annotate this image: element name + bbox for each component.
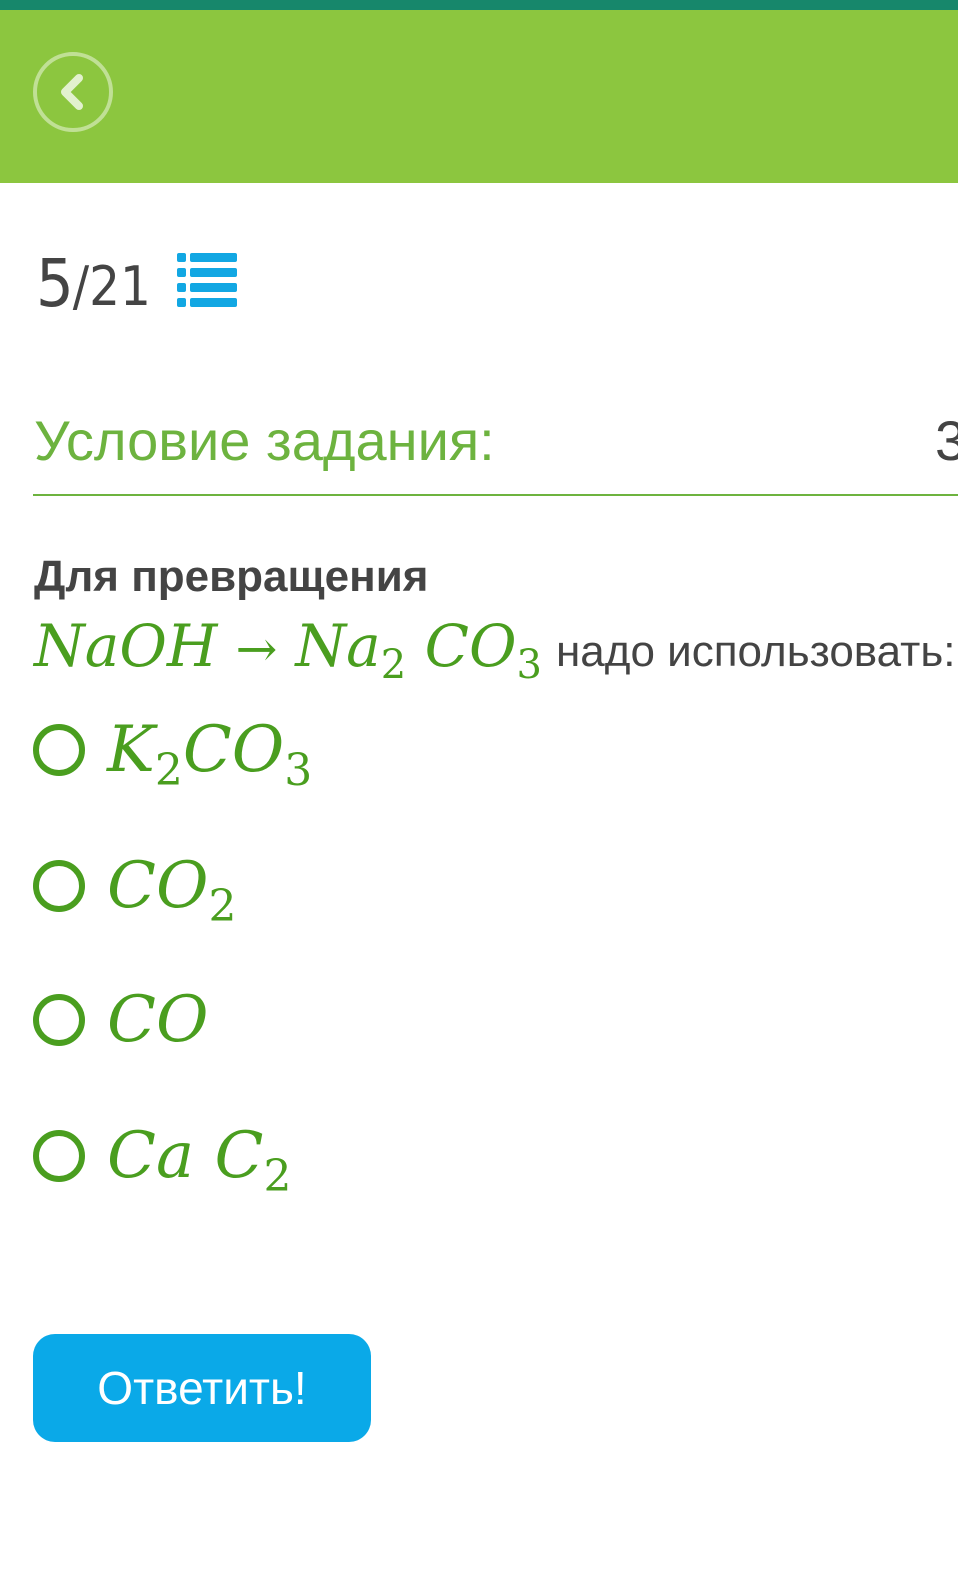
- question-counter: 5/21: [36, 245, 151, 322]
- radio-button[interactable]: [33, 860, 85, 912]
- condition-right-cut-text: 3: [935, 409, 958, 472]
- question-formula: NaOH → Na2 CO3: [34, 612, 542, 685]
- condition-divider: [33, 494, 958, 496]
- formula-part: C: [194, 1119, 264, 1193]
- radio-button[interactable]: [33, 724, 85, 776]
- question-text-line2: NaOH → Na2 CO3 надо использовать:: [34, 612, 956, 685]
- option-4[interactable]: Ca C2: [33, 1116, 291, 1199]
- total-questions: /21: [72, 254, 151, 318]
- formula-part: Ca: [107, 1119, 195, 1193]
- chevron-left-icon: [61, 74, 83, 110]
- formula-part: K: [107, 713, 155, 787]
- formula-part: CO: [182, 713, 285, 787]
- condition-title: Условие задания:: [34, 409, 495, 472]
- formula-part: CO: [107, 849, 209, 923]
- formula-product-co: CO: [424, 612, 517, 680]
- formula-sub: 2: [263, 1151, 292, 1202]
- radio-button[interactable]: [33, 994, 85, 1046]
- radio-button[interactable]: [33, 1130, 85, 1182]
- formula-product-co-sub: 3: [516, 642, 542, 688]
- option-2[interactable]: CO2: [33, 846, 236, 929]
- option-formula: CO: [107, 983, 208, 1057]
- option-formula: CO2: [107, 849, 236, 929]
- option-formula: Ca C2: [107, 1119, 291, 1199]
- option-1[interactable]: K2CO3: [33, 710, 312, 793]
- formula-sub: 2: [154, 745, 183, 796]
- formula-arrow: →: [235, 620, 278, 678]
- formula-reactant: NaOH: [34, 612, 218, 680]
- formula-sub: 2: [208, 881, 237, 932]
- question-text-line1: Для превращения: [34, 552, 429, 601]
- list-icon[interactable]: [175, 250, 239, 310]
- formula-product-na-sub: 2: [380, 642, 407, 688]
- status-strip: [0, 0, 958, 10]
- answer-button[interactable]: Ответить!: [33, 1334, 371, 1442]
- formula-product-na: Na: [295, 612, 381, 680]
- back-button[interactable]: [33, 52, 113, 132]
- app-header: [0, 10, 958, 183]
- option-formula: K2CO3: [107, 713, 312, 793]
- formula-part: CO: [107, 983, 209, 1057]
- current-question-number: 5: [36, 244, 74, 322]
- option-3[interactable]: CO: [33, 980, 208, 1060]
- formula-sub: 3: [284, 745, 313, 796]
- question-text-tail: надо использовать:: [556, 627, 956, 676]
